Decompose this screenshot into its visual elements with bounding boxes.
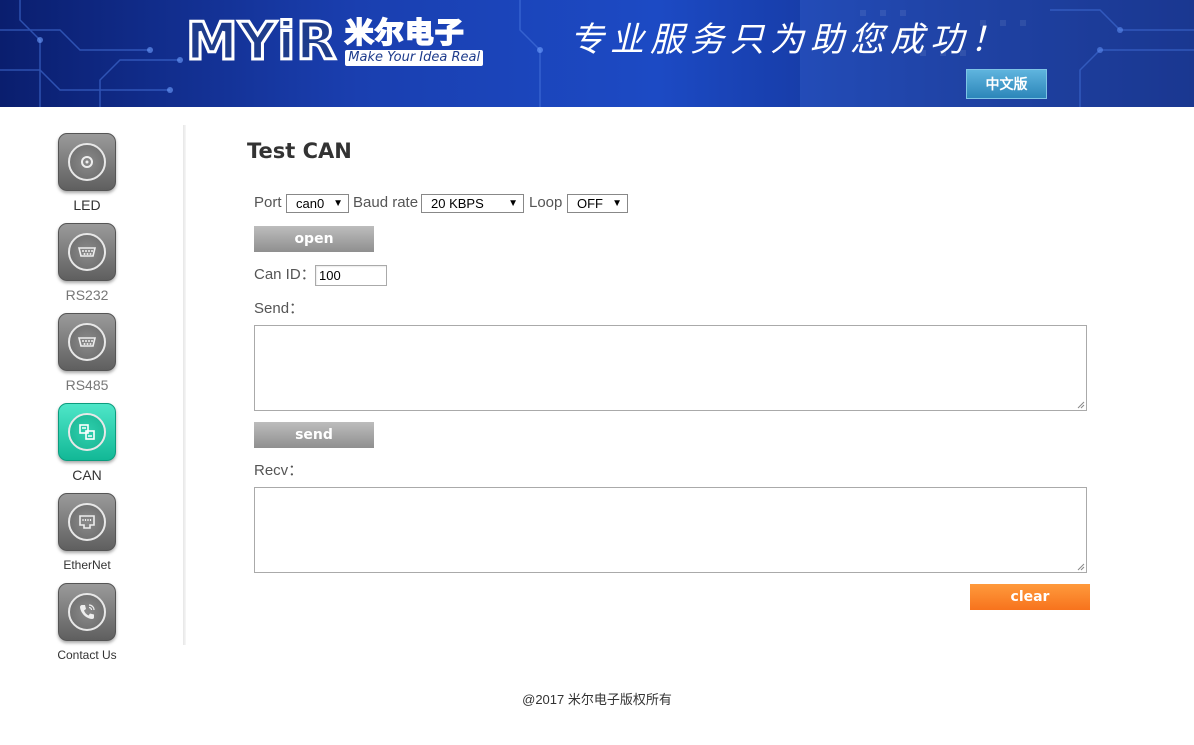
recv-label: Recv： — [254, 462, 304, 479]
open-button[interactable]: open — [254, 226, 374, 252]
logo-text-block: 米尔电子 Make Your Idea Real — [344, 16, 484, 66]
logo-wordmark: MYiR — [184, 12, 338, 72]
header-slogan: 专业服务只为助您成功！ — [570, 20, 1010, 60]
loop-select[interactable]: OFF ▼ — [567, 194, 628, 213]
baud-rate-select[interactable]: 20 KBPS ▼ — [421, 194, 524, 213]
chevron-down-icon: ▼ — [333, 198, 343, 209]
sidebar-item-rs485[interactable]: RS485 — [40, 313, 134, 403]
sidebar-item-label: Contact Us — [57, 648, 117, 662]
sidebar-item-label: RS232 — [65, 287, 109, 303]
page-title: Test CAN — [247, 139, 352, 163]
sidebar-item-contact[interactable]: Contact Us — [40, 583, 134, 673]
sidebar-item-can[interactable]: CAN — [40, 403, 134, 493]
header-banner: MYiR 米尔电子 Make Your Idea Real 专业服务只为助您成功… — [0, 0, 1194, 107]
can-bus-icon — [58, 403, 116, 461]
baud-rate-label: Baud rate — [353, 194, 419, 211]
logo-chinese-name: 米尔电子 — [344, 16, 466, 49]
phone-icon — [58, 583, 116, 641]
can-id-input[interactable] — [315, 265, 387, 286]
chevron-down-icon: ▼ — [508, 198, 518, 209]
led-icon — [58, 133, 116, 191]
sidebar-item-rs232[interactable]: RS232 — [40, 223, 134, 313]
send-button[interactable]: send — [254, 422, 374, 448]
send-label: Send： — [254, 300, 305, 317]
loop-label: Loop — [529, 194, 563, 211]
resize-grip-icon[interactable] — [1077, 563, 1085, 571]
serial-port-icon — [58, 223, 116, 281]
chevron-down-icon: ▼ — [612, 198, 622, 209]
sidebar-item-led[interactable]: LED — [40, 133, 134, 223]
sidebar-divider — [183, 125, 186, 645]
recv-textarea[interactable] — [254, 487, 1087, 573]
footer-copyright: @2017 米尔电子版权所有 — [522, 692, 672, 707]
clear-button[interactable]: clear — [970, 584, 1090, 610]
port-select-value: can0 — [296, 196, 325, 211]
ethernet-port-icon — [58, 493, 116, 551]
myir-logo: MYiR 米尔电子 Make Your Idea Real — [184, 12, 484, 72]
serial-port-icon — [58, 313, 116, 371]
sidebar-item-label: CAN — [72, 467, 102, 483]
sidebar-item-ethernet[interactable]: EtherNet — [40, 493, 134, 583]
port-select[interactable]: can0 ▼ — [286, 194, 349, 213]
can-id-label: Can ID： — [254, 266, 316, 283]
send-textarea[interactable] — [254, 325, 1087, 411]
sidebar-item-label: RS485 — [65, 377, 109, 393]
loop-select-value: OFF — [577, 196, 603, 211]
sidebar-item-label: EtherNet — [63, 558, 111, 572]
resize-grip-icon[interactable] — [1077, 401, 1085, 409]
port-label: Port — [254, 194, 282, 211]
language-button[interactable]: 中文版 — [966, 69, 1047, 99]
baud-rate-select-value: 20 KBPS — [431, 196, 484, 211]
sidebar-item-label: LED — [73, 197, 101, 213]
logo-tagline: Make Your Idea Real — [345, 50, 484, 66]
